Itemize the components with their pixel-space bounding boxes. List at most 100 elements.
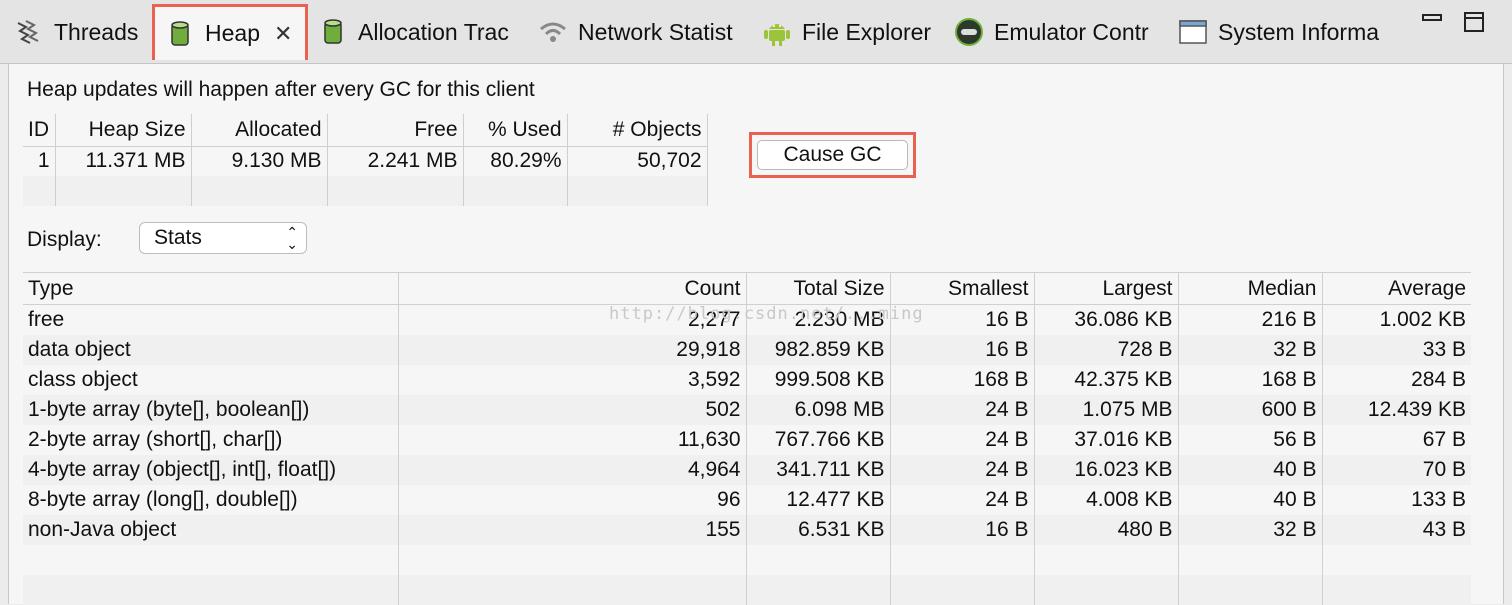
cell: 42.375 KB [1034, 364, 1179, 395]
cell: 80.29% [463, 146, 568, 176]
empty-row [23, 574, 1471, 605]
cell: 168 B [890, 364, 1035, 395]
tab-label: Heap [205, 20, 260, 46]
tab-network-statistics[interactable]: Network Statist [538, 4, 733, 60]
cell: 2,277 [398, 304, 747, 335]
column-header[interactable]: % Used [463, 114, 568, 147]
heap-stats-table: Type Count Total Size Smallest Largest M… [23, 272, 1471, 605]
cause-gc-button[interactable]: Cause GC [757, 140, 908, 170]
cell: 284 B [1411, 367, 1466, 391]
table-row[interactable]: 2-byte array (short[], char[]) 11,630 767.… [23, 424, 1471, 455]
column-header[interactable]: ID [23, 114, 56, 147]
column-header[interactable]: Largest [1034, 272, 1179, 305]
column-header[interactable]: Type [23, 272, 399, 305]
table-row[interactable]: free 2,277 2.230 MB 16 B 36.086 KB 216 B 1.002… [23, 304, 1471, 335]
cell: 6.531 KB [746, 514, 891, 545]
cell: 216 B [1178, 304, 1323, 335]
cell: 11.371 MB [55, 146, 192, 176]
cell: 11,630 [398, 424, 747, 455]
cell: 16.023 KB [1034, 454, 1179, 485]
tab-bar: Threads Heap ✕ Allocation Trac Network S… [0, 0, 1512, 64]
close-icon[interactable]: ✕ [274, 21, 292, 47]
cell: 24 B [890, 424, 1035, 455]
cell: 8-byte array (long[], double[]) [23, 484, 399, 515]
cell: data object [23, 334, 399, 365]
tab-allocation-tracker[interactable]: Allocation Trac [318, 4, 509, 60]
cell: 16 B [890, 334, 1035, 365]
table-row[interactable]: 1 11.371 MB 9.130 MB 2.241 MB 80.29% 50,… [23, 146, 708, 176]
cell: 32 B [1178, 514, 1323, 545]
cell: 767.766 KB [746, 424, 891, 455]
table-row[interactable]: 4-byte array (object[], int[], float[]) 4… [23, 454, 1471, 485]
cell: 43 B [1322, 514, 1471, 545]
cell: 4,964 [398, 454, 747, 485]
table-row[interactable]: class object 3,592 999.508 KB 168 B 42.375 K… [23, 364, 1471, 395]
cell: 168 B [1178, 364, 1323, 395]
cell: 480 B [1034, 514, 1179, 545]
cell: 40 B [1178, 484, 1323, 515]
cell: 600 B [1178, 394, 1323, 425]
display-label: Display: [27, 228, 102, 251]
column-header[interactable]: # Objects [567, 114, 708, 147]
cell: 70 B [1322, 454, 1471, 485]
cell [890, 544, 1035, 575]
tab-heap[interactable]: Heap ✕ [152, 4, 308, 60]
cell [23, 544, 399, 575]
minimize-icon[interactable] [1420, 10, 1444, 34]
cell: 50,702 [567, 146, 708, 176]
cause-gc-highlight: Cause GC [749, 132, 916, 178]
tab-threads[interactable]: Threads [14, 4, 138, 60]
cell: 133 B [1411, 487, 1466, 511]
tab-emulator-control[interactable]: Emulator Contr [954, 4, 1149, 60]
cell: 2.230 MB [746, 304, 891, 335]
column-header[interactable]: Heap Size [55, 114, 192, 147]
window-icon [1178, 17, 1208, 47]
cell [890, 574, 1035, 605]
tab-label: Emulator Contr [994, 18, 1149, 45]
tab-system-information[interactable]: System Informa [1178, 4, 1379, 60]
empty-row [23, 176, 708, 206]
table-row[interactable]: data object 29,918 982.859 KB 16 B 728 B 32 B… [23, 334, 1471, 365]
heap-panel: Heap updates will happen after every GC … [8, 64, 1504, 605]
cell: 341.711 KB [746, 454, 891, 485]
cell [1322, 545, 1471, 575]
column-header[interactable]: Allocated [191, 114, 328, 147]
table-row[interactable]: 8-byte array (long[], double[]) 96 12.477 … [23, 484, 1471, 515]
table-row[interactable]: non-Java object 155 6.531 KB 16 B 480 B 32 B4… [23, 514, 1471, 545]
display-select[interactable]: Stats ⌃ ⌄ [139, 222, 307, 254]
cell: 9.130 MB [191, 146, 328, 176]
cell [398, 544, 747, 575]
tab-file-explorer[interactable]: File Explorer [762, 4, 931, 60]
table-row[interactable]: 1-byte array (byte[], boolean[]) 502 6.098… [23, 394, 1471, 425]
column-header[interactable]: Smallest [890, 272, 1035, 305]
cell: 2-byte array (short[], char[]) [23, 424, 399, 455]
cell: 999.508 KB [746, 364, 891, 395]
column-header[interactable]: Median [1178, 272, 1323, 305]
column-header[interactable]: Average [1322, 272, 1471, 305]
cell: 16 B [890, 514, 1035, 545]
cell: 96 [398, 484, 747, 515]
android-icon [762, 17, 792, 47]
column-header[interactable]: Free [327, 114, 464, 147]
cell: 67 B [1422, 427, 1466, 451]
cell: 4-byte array (object[], int[], float[]) [23, 454, 399, 485]
tab-label: Allocation Trac [358, 18, 509, 45]
cell [398, 574, 747, 605]
table-header: Type Count Total Size Smallest Largest M… [23, 272, 1471, 305]
cell: 33 B [1322, 334, 1471, 365]
allocation-cylinder-icon [318, 17, 348, 47]
maximize-icon[interactable] [1462, 10, 1486, 34]
cell [1322, 574, 1471, 605]
cell: 728 B [1034, 334, 1179, 365]
cell: non-Java object [23, 514, 399, 545]
cell [1034, 574, 1179, 605]
heap-summary-table: ID Heap Size Allocated Free % Used # Obj… [23, 114, 708, 206]
cell: 37.016 KB [1034, 424, 1179, 455]
column-header[interactable]: Count [398, 272, 747, 305]
tab-label: Threads [54, 18, 139, 45]
column-header[interactable]: Total Size [746, 272, 891, 305]
cell [23, 574, 399, 605]
cell: 36.086 KB [1034, 304, 1179, 335]
cell: 12.477 KB [746, 484, 891, 515]
emulator-icon [954, 17, 984, 47]
